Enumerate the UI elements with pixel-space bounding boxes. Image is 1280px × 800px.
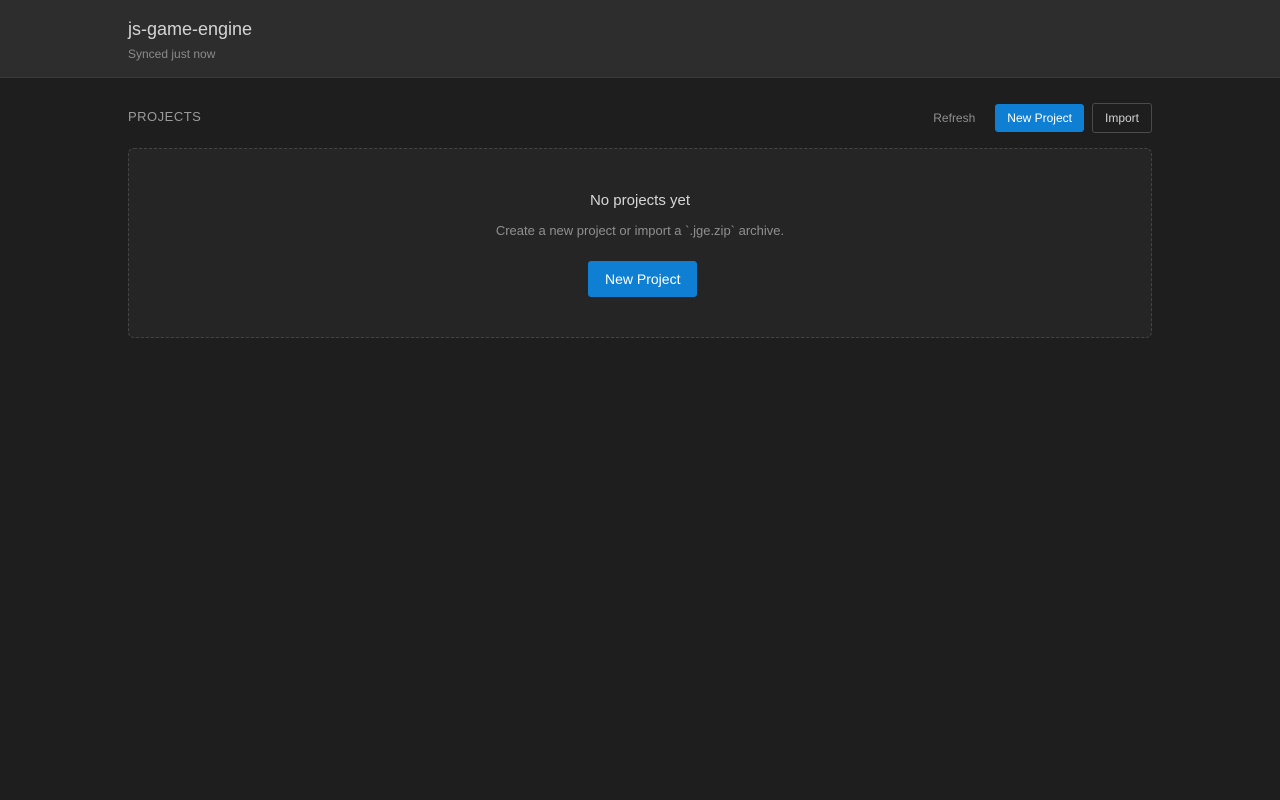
empty-state-title: No projects yet: [589, 192, 691, 209]
app-header: js-game-engine Synced just now: [0, 0, 1280, 78]
main-content: PROJECTS Refresh New Project Import No p…: [128, 78, 1152, 338]
empty-state-card: No projects yet Create a new project or …: [128, 148, 1152, 338]
import-button[interactable]: Import: [1091, 103, 1152, 133]
new-project-button[interactable]: New Project: [995, 104, 1084, 132]
sync-status: Synced just now: [128, 47, 216, 61]
toolbar-actions: Refresh New Project Import: [923, 103, 1152, 133]
projects-toolbar: PROJECTS Refresh New Project Import: [128, 78, 1152, 148]
empty-state-description: Create a new project or import a `.jge.z…: [495, 223, 785, 238]
section-title: PROJECTS: [128, 109, 202, 124]
refresh-button[interactable]: Refresh: [923, 104, 985, 132]
app-title: js-game-engine: [128, 19, 253, 39]
empty-state-new-project-button[interactable]: New Project: [588, 261, 698, 297]
